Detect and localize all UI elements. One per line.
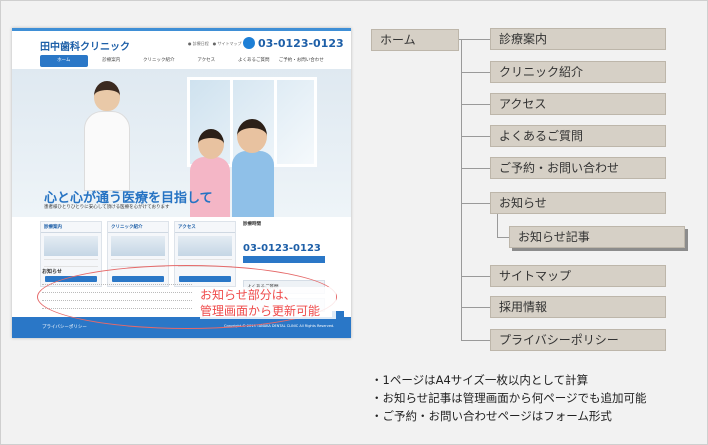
connector — [461, 203, 491, 204]
connector — [459, 39, 491, 40]
sitemap-root-home: ホーム — [371, 29, 459, 51]
sitemap-item-access: アクセス — [490, 93, 666, 115]
nav-services: 診療案内 — [102, 58, 121, 63]
news-line — [42, 288, 192, 293]
note-item: ・1ページはA4サイズ一枚以内として計算 — [371, 373, 589, 387]
header-phone-number: 03-0123-0123 — [258, 37, 344, 50]
card-title: 診療案内 — [41, 222, 101, 233]
sitemap-item-news: お知らせ — [490, 192, 666, 214]
annotation-line-1: お知らせ部分は、 — [200, 288, 296, 302]
connector — [461, 136, 491, 137]
header-small-links: ● 診療日程 ● サイトマップ — [188, 41, 242, 46]
sitemap-item-services: 診療案内 — [490, 28, 666, 50]
annotation-line-2: 管理画面から更新可能 — [200, 304, 321, 318]
sitemap-item-faq: よくあるご質問 — [490, 125, 666, 147]
footer-copyright: Copyright © 2013 TANAKA DENTAL CLINIC Al… — [224, 324, 335, 328]
hero-image: 心と心が通う医療を目指して 患者様ひとりひとりに安心して頂ける医療を心がけており… — [12, 69, 351, 217]
diagram-frame: 田中歯科クリニック ● 診療日程 ● サイトマップ 03-0123-0123 ホ… — [0, 0, 708, 445]
sitemap-item-contact: ご予約・お問い合わせ — [490, 157, 666, 179]
sitemap-item-sitemap: サイトマップ — [490, 265, 666, 287]
nav-clinic: クリニック紹介 — [143, 58, 175, 63]
sitemap-item-privacy: プライバシーポリシー — [490, 329, 666, 351]
connector — [461, 72, 491, 73]
note-item: ・お知らせ記事は管理画面から何ページでも追加可能 — [371, 391, 647, 405]
nav-access: アクセス — [197, 58, 216, 63]
sitemap-item-recruit: 採用情報 — [490, 296, 666, 318]
notes-list: ・1ページはA4サイズ一枚以内として計算 ・お知らせ記事は管理画面から何ページで… — [371, 371, 701, 425]
nav-home: ホーム — [40, 55, 88, 67]
connector-trunk — [461, 39, 462, 341]
news-title: お知らせ — [42, 269, 62, 275]
news-annotation: お知らせ部分は、 管理画面から更新可能 — [200, 287, 336, 319]
clinic-hours-box: 診療時間 03-0123-0123 — [243, 221, 325, 277]
child-figure-2 — [232, 151, 274, 217]
phone-icon — [243, 37, 255, 49]
card-clinic: クリニック紹介 — [107, 221, 169, 287]
child-head-2 — [237, 119, 267, 153]
news-line — [42, 296, 192, 301]
connector — [461, 307, 491, 308]
connector — [461, 276, 491, 277]
top-accent-line — [12, 28, 351, 31]
connector-child — [497, 214, 498, 238]
connector — [461, 168, 491, 169]
connector — [461, 340, 491, 341]
connector-child — [497, 237, 509, 238]
card-access: アクセス — [174, 221, 236, 287]
nav-contact: ご予約・お問い合わせ — [278, 58, 324, 63]
card-services: 診療案内 — [40, 221, 102, 287]
note-item: ・ご予約・お問い合わせページはフォーム形式 — [371, 409, 612, 423]
hero-subtext: 患者様ひとりひとりに安心して頂ける医療を心がけております — [44, 205, 170, 210]
site-logo: 田中歯科クリニック — [40, 42, 130, 53]
child-head-1 — [198, 129, 224, 159]
reservation-button — [243, 256, 325, 263]
footer-privacy-link: プライバシーポリシー — [42, 325, 87, 330]
sitemap-item-clinic: クリニック紹介 — [490, 61, 666, 83]
sitemap-item-news-article: お知らせ記事 — [509, 226, 685, 248]
global-navigation: ホーム 診療案内 クリニック紹介 アクセス よくあるご質問 ご予約・お問い合わせ — [40, 55, 325, 67]
hours-title: 診療時間 — [243, 222, 261, 227]
news-line — [42, 304, 192, 309]
sidebar-phone-number: 03-0123-0123 — [243, 243, 321, 254]
card-title: アクセス — [175, 222, 235, 233]
site-footer: プライバシーポリシー Copyright © 2013 TANAKA DENTA… — [12, 317, 351, 338]
nav-faq: よくあるご質問 — [238, 58, 270, 63]
connector — [461, 104, 491, 105]
card-title: クリニック紹介 — [108, 222, 168, 233]
news-line — [42, 280, 192, 285]
doctor-figure — [84, 81, 130, 191]
